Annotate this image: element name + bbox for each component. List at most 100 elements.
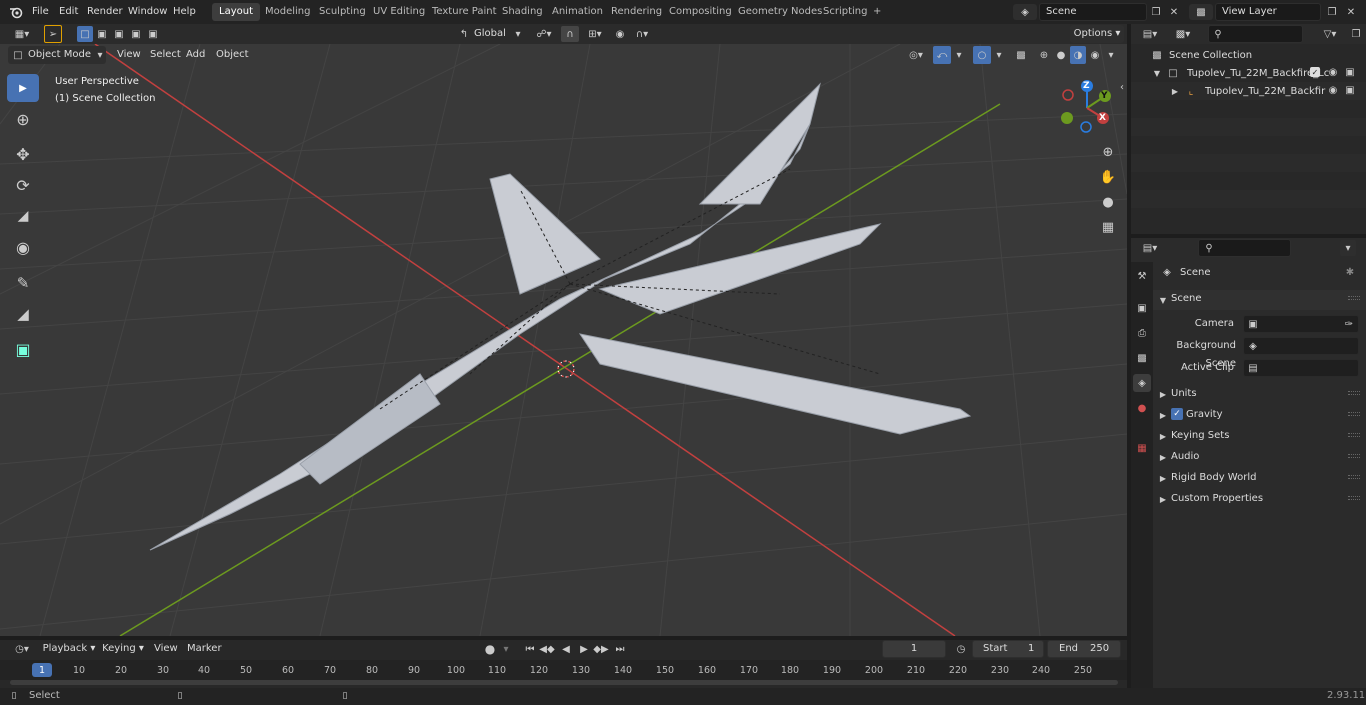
play-icon[interactable]: ▶: [576, 641, 592, 657]
eye-icon[interactable]: ◉: [1326, 83, 1340, 97]
pin-icon[interactable]: ✱: [1342, 264, 1358, 280]
xray-toggle-icon[interactable]: ▩: [1013, 46, 1029, 64]
timeline-editor-type-icon[interactable]: ◷▾: [8, 641, 36, 657]
timeline-view-menu[interactable]: View: [154, 640, 178, 658]
render-tab-icon[interactable]: ▣: [1133, 299, 1151, 317]
section-collapsed-icon[interactable]: ▶: [1158, 491, 1168, 507]
menu-edit[interactable]: Edit: [55, 3, 82, 21]
stopwatch-icon[interactable]: ◷: [953, 641, 969, 657]
editor-type-icon[interactable]: ▦▾: [8, 26, 36, 42]
tab-texture-paint[interactable]: Texture Paint: [425, 3, 504, 21]
custom-properties-section-header[interactable]: Custom Properties: [1171, 489, 1263, 509]
zoom-icon[interactable]: ⊕: [1097, 142, 1119, 162]
gizmo-toggle-icon[interactable]: ⤺: [933, 46, 951, 64]
wireframe-shading-icon[interactable]: ⊕: [1036, 46, 1052, 64]
visibility-filter-icon[interactable]: ◎▾: [903, 46, 929, 64]
tab-sculpting[interactable]: Sculpting: [312, 3, 373, 21]
section-collapsed-icon[interactable]: ▶: [1158, 449, 1168, 465]
output-tab-icon[interactable]: ⎙: [1133, 324, 1151, 342]
options-button[interactable]: Options ▾: [1070, 25, 1124, 43]
chevron-down-icon[interactable]: ▾: [1340, 240, 1356, 256]
remove-view-layer-icon[interactable]: ✕: [1343, 4, 1359, 20]
menu-help[interactable]: Help: [169, 3, 200, 21]
timeline-scrollbar[interactable]: [10, 680, 1118, 685]
world-tab-icon[interactable]: ●: [1133, 399, 1151, 417]
outliner-editor-type-icon[interactable]: ▤▾: [1136, 26, 1164, 42]
tab-uv-editing[interactable]: UV Editing: [366, 3, 432, 21]
jump-start-icon[interactable]: ⏮: [522, 641, 538, 657]
eyedropper-icon[interactable]: ✑: [1342, 316, 1356, 332]
transform-tool-icon[interactable]: ◉: [7, 234, 39, 260]
record-icon[interactable]: ●: [482, 641, 498, 657]
display-mode-icon[interactable]: ▩▾: [1170, 26, 1196, 42]
drag-handle-icon[interactable]: [1348, 412, 1360, 416]
collapse-sidebar-icon[interactable]: ‹: [1117, 80, 1127, 94]
transform-orientation-dropdown[interactable]: Global: [474, 25, 506, 43]
background-scene-field[interactable]: [1243, 337, 1359, 355]
jump-end-icon[interactable]: ⏭: [612, 641, 628, 657]
proportional-edit-icon[interactable]: ◉: [612, 26, 628, 42]
chevron-down-icon[interactable]: ▾: [993, 46, 1005, 64]
menu-render[interactable]: Render: [83, 3, 127, 21]
tab-modeling[interactable]: Modeling: [258, 3, 318, 21]
current-frame-field[interactable]: 1: [882, 640, 946, 658]
scene-name-field[interactable]: Scene: [1039, 3, 1147, 21]
menu-view[interactable]: View: [117, 46, 141, 64]
blender-logo-icon[interactable]: [8, 4, 24, 20]
tab-rendering[interactable]: Rendering: [604, 3, 669, 21]
hand-pan-icon[interactable]: ✋: [1097, 167, 1119, 187]
drag-handle-icon[interactable]: [1348, 296, 1360, 300]
select-new-icon[interactable]: □: [77, 26, 93, 42]
gravity-section-header[interactable]: Gravity: [1186, 405, 1223, 425]
drag-handle-icon[interactable]: [1348, 433, 1360, 437]
outliner-scene-collection[interactable]: Scene Collection: [1169, 50, 1252, 61]
scene-section-header[interactable]: Scene: [1171, 289, 1202, 309]
chevron-down-icon[interactable]: ▾: [953, 46, 965, 64]
gravity-checkbox[interactable]: ✓: [1171, 408, 1183, 420]
camera-render-icon[interactable]: ▣: [1343, 83, 1357, 97]
add-workspace-button[interactable]: +: [866, 3, 888, 21]
keying-dropdown[interactable]: Keying ▾: [100, 640, 146, 658]
eye-icon[interactable]: ◉: [1326, 65, 1340, 79]
tool-tab-icon[interactable]: ⚒: [1133, 267, 1151, 285]
select-tool-icon[interactable]: ➢: [44, 25, 62, 43]
annotate-tool-icon[interactable]: ✎: [7, 270, 39, 296]
cursor-tool-icon[interactable]: ⊕: [7, 106, 39, 132]
section-collapsed-icon[interactable]: ▶: [1158, 470, 1168, 486]
solid-shading-icon[interactable]: ●: [1053, 46, 1069, 64]
tab-shading[interactable]: Shading: [495, 3, 550, 21]
pivot-point-icon[interactable]: ☍▾: [532, 26, 556, 42]
tab-compositing[interactable]: Compositing: [662, 3, 739, 21]
chevron-down-icon[interactable]: ▾: [1105, 46, 1117, 64]
prev-keyframe-icon[interactable]: ◀◆: [539, 641, 555, 657]
drag-handle-icon[interactable]: [1348, 475, 1360, 479]
rigid-body-world-section-header[interactable]: Rigid Body World: [1171, 468, 1256, 488]
3d-viewport[interactable]: [0, 44, 1127, 636]
tab-layout[interactable]: Layout: [212, 3, 260, 21]
new-collection-icon[interactable]: ❐: [1348, 26, 1364, 42]
scene-icon[interactable]: ◈: [1013, 4, 1037, 20]
falloff-icon[interactable]: ∩▾: [630, 26, 654, 42]
section-collapsed-icon[interactable]: ▶: [1158, 386, 1168, 402]
drag-handle-icon[interactable]: [1348, 454, 1360, 458]
select-subtract-icon[interactable]: ▣: [111, 26, 127, 42]
keying-sets-section-header[interactable]: Keying Sets: [1171, 426, 1229, 446]
tab-geometry-nodes[interactable]: Geometry Nodes: [731, 3, 829, 21]
select-invert-icon[interactable]: ▣: [128, 26, 144, 42]
measure-tool-icon[interactable]: ◢: [7, 301, 39, 327]
remove-scene-icon[interactable]: ✕: [1166, 4, 1182, 20]
snap-target-icon[interactable]: ⊞▾: [583, 26, 607, 42]
menu-add[interactable]: Add: [186, 46, 205, 64]
expand-arrow-icon[interactable]: ▶: [1170, 83, 1180, 99]
section-collapsed-icon[interactable]: ▶: [1158, 428, 1168, 444]
play-reverse-icon[interactable]: ◀: [558, 641, 574, 657]
units-section-header[interactable]: Units: [1171, 384, 1197, 404]
audio-section-header[interactable]: Audio: [1171, 447, 1199, 467]
select-extend-icon[interactable]: ▣: [94, 26, 110, 42]
section-collapsed-icon[interactable]: ▶: [1158, 407, 1168, 423]
playback-dropdown[interactable]: Playback ▾: [42, 640, 96, 658]
move-tool-icon[interactable]: ✥: [7, 141, 39, 167]
menu-select[interactable]: Select: [150, 46, 181, 64]
select-intersect-icon[interactable]: ▣: [145, 26, 161, 42]
scale-tool-icon[interactable]: ◢: [7, 203, 39, 229]
